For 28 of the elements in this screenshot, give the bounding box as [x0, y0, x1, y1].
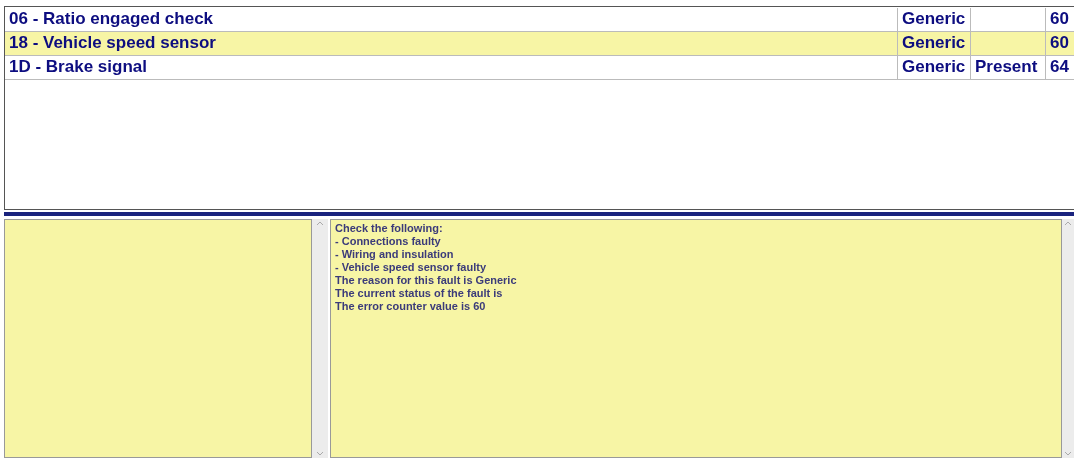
- detail-line: The current status of the fault is: [335, 287, 503, 300]
- detail-line: The reason for this fault is Generic: [335, 274, 517, 287]
- table-cell: 60: [1050, 9, 1069, 28]
- text-area[interactable]: [4, 219, 312, 458]
- detail-line: The error counter value is 60: [335, 300, 486, 313]
- table-cell: Generic: [902, 33, 966, 52]
- fault-row[interactable]: 1D - Brake signal Generic Present 64: [5, 56, 1074, 80]
- table-cell: Generic: [902, 57, 966, 76]
- table-cell: Present: [975, 57, 1038, 76]
- scroll-up-icon[interactable]: [1064, 221, 1072, 226]
- detail-line: - Vehicle speed sensor faulty: [335, 261, 486, 274]
- table-cell: 60: [1050, 33, 1069, 52]
- detail-line: - Wiring and insulation: [335, 248, 454, 261]
- scroll-up-icon[interactable]: [316, 221, 324, 226]
- detail-line: Check the following:: [335, 222, 443, 235]
- table-cell: 1D - Brake signal: [9, 57, 147, 76]
- table-cell: Generic: [902, 9, 966, 28]
- scrollbar[interactable]: [1062, 219, 1074, 458]
- table-cell: 06 - Ratio engaged check: [9, 9, 214, 28]
- scrollbar[interactable]: [312, 219, 328, 458]
- scroll-down-icon[interactable]: [316, 451, 324, 456]
- fault-row[interactable]: 18 - Vehicle speed sensor Generic 60: [5, 32, 1074, 56]
- table-cell: 18 - Vehicle speed sensor: [9, 33, 216, 52]
- detail-line: - Connections faulty: [335, 235, 441, 248]
- details-text-area[interactable]: Check the following: - Connections faulty - Wiring and insulation - Vehicle speed sensor faulty The reason for this fault is Generic The current status of the fault is The error counter value is 60: [330, 219, 1062, 458]
- scroll-down-icon[interactable]: [1064, 451, 1072, 456]
- table-cell: 64: [1050, 57, 1069, 76]
- fault-row[interactable]: 06 - Ratio engaged check Generic 60: [5, 8, 1074, 32]
